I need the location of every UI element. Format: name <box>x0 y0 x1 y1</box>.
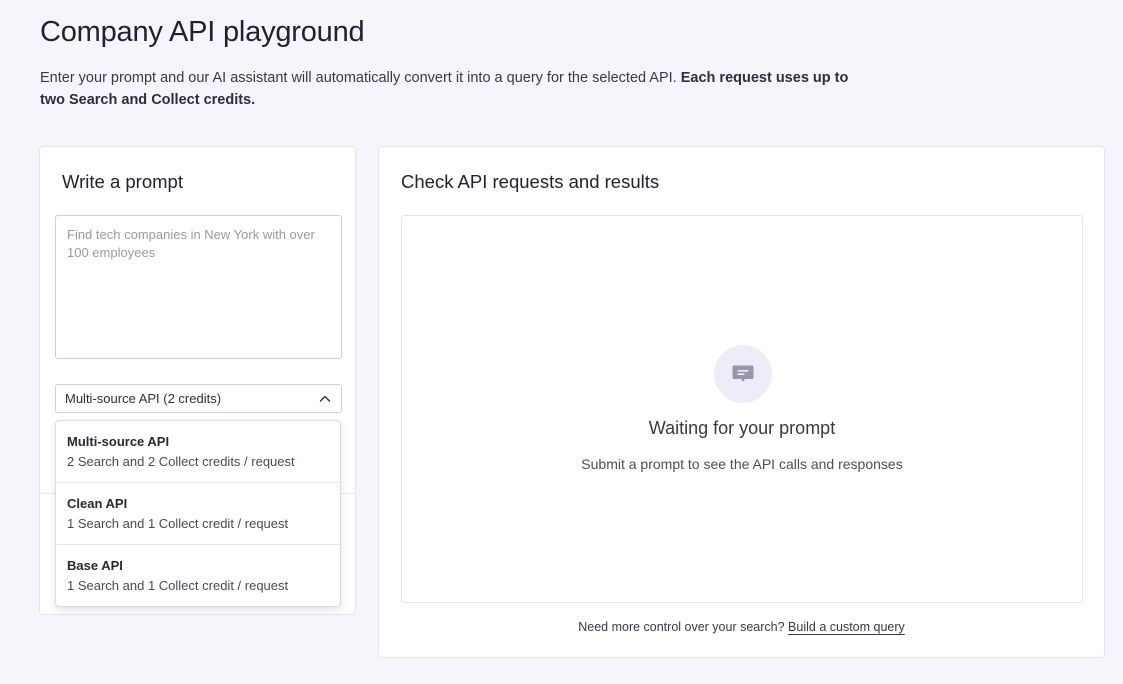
api-option-multi-source[interactable]: Multi-source API 2 Search and 2 Collect … <box>56 421 340 483</box>
page-title: Company API playground <box>40 16 365 48</box>
api-option-description: 1 Search and 1 Collect credit / request <box>67 516 289 531</box>
custom-query-text: Need more control over your search? <box>578 620 789 634</box>
api-option-name: Clean API <box>67 496 128 511</box>
api-select-value: Multi-source API (2 credits) <box>65 391 222 406</box>
chevron-up-icon <box>319 395 331 402</box>
api-option-clean[interactable]: Clean API 1 Search and 1 Collect credit … <box>56 483 340 545</box>
api-option-name: Base API <box>67 558 123 573</box>
api-option-base[interactable]: Base API 1 Search and 1 Collect credit /… <box>56 545 340 606</box>
results-panel: Waiting for your prompt Submit a prompt … <box>401 215 1083 603</box>
results-card-heading: Check API requests and results <box>401 171 660 192</box>
build-custom-query-link[interactable]: Build a custom query <box>788 620 905 634</box>
api-option-name: Multi-source API <box>67 434 170 449</box>
api-option-description: 1 Search and 1 Collect credit / request <box>67 578 289 593</box>
api-options-menu: Multi-source API 2 Search and 2 Collect … <box>55 420 341 607</box>
api-select[interactable]: Multi-source API (2 credits) <box>55 384 342 413</box>
intro-paragraph: Enter your prompt and our AI assistant w… <box>40 67 860 111</box>
custom-query-note: Need more control over your search? Buil… <box>379 620 1104 634</box>
empty-state-icon-circle <box>714 345 772 403</box>
prompt-card-heading: Write a prompt <box>62 171 183 192</box>
results-card: Check API requests and results Waiting f… <box>378 146 1105 658</box>
api-option-description: 2 Search and 2 Collect credits / request <box>67 454 295 469</box>
chat-bubble-icon <box>732 365 754 382</box>
intro-text: Enter your prompt and our AI assistant w… <box>40 70 681 86</box>
api-playground-page: Company API playground Enter your prompt… <box>0 0 1123 684</box>
empty-state-subtitle: Submit a prompt to see the API calls and… <box>581 456 903 472</box>
prompt-input[interactable] <box>55 215 342 359</box>
empty-state-title: Waiting for your prompt <box>648 418 836 438</box>
